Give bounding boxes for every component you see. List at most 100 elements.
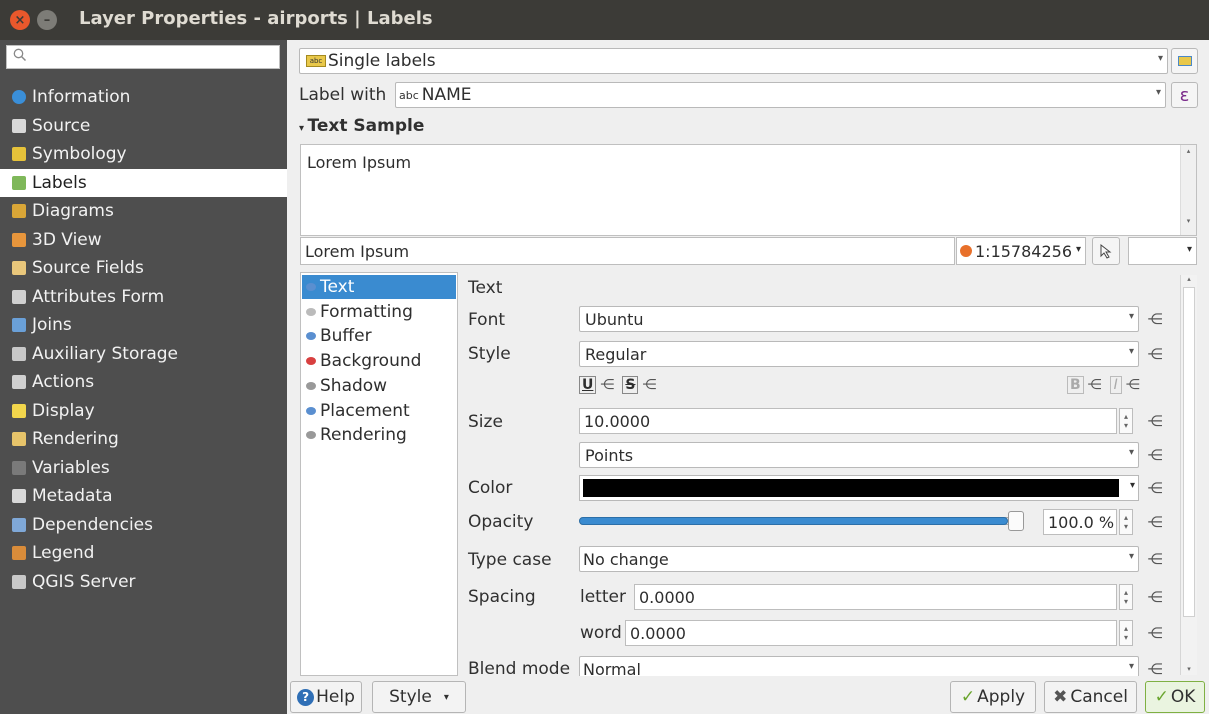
style-label: Style (468, 344, 511, 364)
font-select[interactable]: Ubuntu ▾ (579, 306, 1139, 332)
actions-icon (12, 375, 26, 389)
size-label: Size (468, 412, 503, 432)
opacity-slider-handle[interactable] (1008, 511, 1024, 531)
data-defined-override-icon[interactable]: ⋲ (1144, 410, 1166, 432)
scale-from-canvas-button[interactable] (1092, 237, 1120, 265)
label-field-select[interactable]: abc NAME ▾ (395, 82, 1166, 108)
data-defined-override-icon[interactable]: ⋲ (1144, 477, 1166, 499)
sidebar-item-source[interactable]: Source (0, 112, 287, 140)
sidebar-item-3d-view[interactable]: 3D View (0, 226, 287, 254)
data-defined-override-icon[interactable]: ⋲ (1144, 658, 1166, 676)
data-defined-override-icon[interactable]: ⋲ (1144, 622, 1166, 644)
chevron-down-icon: ▾ (443, 691, 449, 703)
preview-scrollbar[interactable]: ▴ ▾ (1180, 145, 1196, 235)
data-defined-override-icon[interactable]: ⋲ (1144, 444, 1166, 466)
data-defined-override-icon[interactable]: ⋲ (1126, 377, 1140, 393)
sidebar-item-symbology[interactable]: Symbology (0, 140, 287, 168)
labeling-mode-select[interactable]: abc Single labels ▾ (299, 48, 1168, 74)
sidebar-item-label: Dependencies (32, 514, 153, 535)
bold-button[interactable]: B (1067, 376, 1084, 394)
sidebar-item-dependencies[interactable]: Dependencies (0, 511, 287, 539)
tab-rendering[interactable]: Rendering (302, 423, 456, 447)
window-minimize-button[interactable]: – (37, 10, 57, 30)
window-close-button[interactable]: × (10, 10, 30, 30)
opacity-input[interactable]: 100.0 % (1043, 509, 1117, 535)
sidebar-item-label: Diagrams (32, 201, 114, 221)
cancel-button[interactable]: ✖ Cancel (1044, 681, 1137, 713)
data-defined-override-icon[interactable]: ⋲ (642, 377, 656, 393)
sidebar-item-label: Source Fields (32, 258, 144, 278)
legend-icon (12, 546, 26, 560)
data-defined-override-icon[interactable]: ⋲ (600, 377, 614, 393)
word-spacing-input[interactable]: 0.0000 (625, 620, 1117, 646)
tab-shadow[interactable]: Shadow (302, 374, 456, 398)
sidebar-item-metadata[interactable]: Metadata (0, 482, 287, 510)
scale-select[interactable]: 1:15784256 ▾ (956, 237, 1086, 265)
scrollbar-thumb[interactable] (1183, 287, 1195, 617)
word-spacing-spinner[interactable]: ▴ ▾ (1119, 620, 1133, 646)
tab-formatting[interactable]: Formatting (302, 300, 456, 324)
data-defined-override-icon[interactable]: ⋲ (1144, 548, 1166, 570)
letter-spacing-spinner[interactable]: ▴ ▾ (1119, 584, 1133, 610)
style-menu-button[interactable]: Style ▾ (372, 681, 466, 713)
sidebar-item-labels[interactable]: Labels (0, 168, 287, 197)
expression-button[interactable]: ε (1171, 82, 1198, 108)
chevron-down-icon: ▾ (1128, 447, 1134, 458)
type-case-select[interactable]: No change ▾ (579, 546, 1139, 572)
tab-placement[interactable]: Placement (302, 399, 456, 423)
tab-background[interactable]: Background (302, 349, 456, 373)
italic-button[interactable]: I (1109, 376, 1122, 394)
settings-scrollbar[interactable]: ▴ ▾ (1180, 275, 1197, 675)
sidebar-item-display[interactable]: Display (0, 397, 287, 425)
data-defined-override-icon[interactable]: ⋲ (1144, 308, 1166, 330)
data-defined-override-icon[interactable]: ⋲ (1144, 343, 1166, 365)
sidebar-item-rendering[interactable]: Rendering (0, 425, 287, 453)
data-defined-override-icon[interactable]: ⋲ (1144, 511, 1166, 533)
data-defined-override-icon[interactable]: ⋲ (1144, 586, 1166, 608)
size-unit-select[interactable]: Points ▾ (579, 442, 1139, 468)
sidebar-item-variables[interactable]: Variables (0, 454, 287, 482)
help-button[interactable]: ? Help (290, 681, 362, 713)
underline-strike-row: U ⋲ S ⋲ (579, 376, 656, 394)
tab-label: Shadow (320, 375, 388, 396)
underline-button[interactable]: U (579, 376, 597, 394)
sidebar-item-label: Display (32, 400, 95, 421)
opacity-spinner[interactable]: ▴ ▾ (1119, 509, 1133, 535)
tab-buffer[interactable]: Buffer (302, 324, 456, 348)
sidebar-item-information[interactable]: Information (0, 83, 287, 111)
letter-spacing-input[interactable]: 0.0000 (634, 584, 1117, 610)
ok-button[interactable]: ✓ OK (1145, 681, 1205, 713)
background-color-select[interactable]: ▾ (1128, 237, 1197, 265)
sidebar-item-legend[interactable]: Legend (0, 539, 287, 567)
sidebar-item-auxiliary-storage[interactable]: Auxiliary Storage (0, 340, 287, 368)
sidebar-search-input[interactable] (6, 45, 280, 69)
sidebar-item-source-fields[interactable]: Source Fields (0, 254, 287, 282)
opacity-slider[interactable] (579, 511, 1039, 533)
formatting-icon (306, 307, 316, 316)
opacity-label: Opacity (468, 512, 534, 532)
sample-text-input[interactable]: Lorem Ipsum (300, 237, 955, 265)
sidebar-item-attributes-form[interactable]: Attributes Form (0, 283, 287, 311)
color-button[interactable]: ▾ (579, 475, 1139, 501)
size-spinner[interactable]: ▴ ▾ (1119, 408, 1133, 434)
sidebar-item-diagrams[interactable]: Diagrams (0, 197, 287, 225)
sidebar-item-actions[interactable]: Actions (0, 368, 287, 396)
data-defined-override-icon[interactable]: ⋲ (1088, 377, 1102, 393)
tab-label: Formatting (320, 301, 413, 322)
sidebar-item-qgis-server[interactable]: QGIS Server (0, 568, 287, 596)
strikeout-button[interactable]: S (622, 376, 639, 394)
tab-label: Rendering (320, 425, 407, 446)
text-sample-header[interactable]: ▾ Text Sample (299, 116, 424, 136)
title-bar: × – Layer Properties - airports | Labels (0, 0, 1209, 40)
rule-based-settings-button[interactable] (1171, 48, 1198, 74)
style-select[interactable]: Regular ▾ (579, 341, 1139, 367)
chevron-down-icon: ▾ (1129, 480, 1135, 491)
blend-mode-select[interactable]: Normal ▾ (579, 656, 1139, 676)
sidebar-item-joins[interactable]: Joins (0, 311, 287, 339)
tab-label: Background (320, 351, 422, 372)
size-input[interactable]: 10.0000 (579, 408, 1117, 434)
chevron-down-icon: ▾ (1128, 551, 1134, 562)
tab-text[interactable]: Text (302, 275, 456, 299)
color-swatch (583, 479, 1119, 497)
apply-button[interactable]: ✓ Apply (950, 681, 1036, 713)
